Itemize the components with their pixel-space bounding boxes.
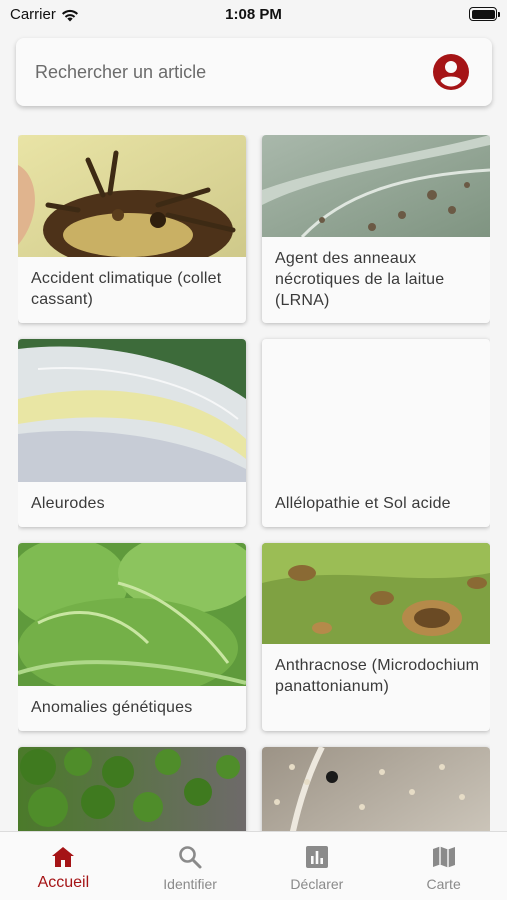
status-bar: Carrier 1:08 PM (0, 0, 507, 30)
article-card[interactable] (18, 747, 246, 831)
tab-carte[interactable]: Carte (380, 832, 507, 900)
tab-declarer[interactable]: Déclarer (254, 832, 381, 900)
green-lettuce-photo (18, 543, 246, 686)
tab-accueil[interactable]: Accueil (0, 832, 127, 900)
bottom-tab-bar: Accueil Identifier Déclarer Carte (0, 831, 507, 900)
search-icon (179, 846, 202, 869)
status-time: 1:08 PM (225, 6, 282, 23)
lettuce-leaf-closeup-photo (18, 339, 246, 482)
article-card[interactable]: Anomalies génétiques (18, 543, 246, 731)
article-title: Accident climatique (collet cassant) (31, 270, 222, 308)
battery-icon (469, 7, 500, 21)
root-crown-photo (18, 135, 246, 257)
article-grid: Accident climatique (collet cassant) Age… (18, 135, 490, 831)
spotted-leaf-photo (262, 135, 490, 237)
chart-icon (305, 846, 328, 868)
article-card[interactable]: Aleurodes (18, 339, 246, 527)
article-card[interactable] (262, 747, 490, 831)
tab-label: Déclarer (290, 876, 344, 892)
anthracnose-leaf-photo (262, 543, 490, 644)
search-input[interactable]: Rechercher un article (35, 62, 432, 83)
tab-label: Carte (426, 876, 461, 892)
tab-label: Accueil (37, 874, 90, 891)
mildew-leaf-photo (262, 747, 490, 831)
article-title: Aleurodes (31, 495, 105, 512)
article-title: Allélopathie et Sol acide (275, 495, 451, 512)
article-card[interactable]: Accident climatique (collet cassant) (18, 135, 246, 323)
lettuce-rows-photo (18, 747, 246, 831)
article-title: Agent des anneaux nécrotiques de la lait… (275, 250, 445, 309)
home-icon (52, 847, 75, 867)
tab-identifier[interactable]: Identifier (127, 832, 254, 900)
tab-label: Identifier (163, 876, 217, 892)
article-title: Anomalies génétiques (31, 699, 193, 716)
article-card[interactable]: Agent des anneaux nécrotiques de la lait… (262, 135, 490, 323)
article-title: Anthracnose (Microdochium panattonianum) (275, 657, 480, 695)
account-circle-icon[interactable] (432, 53, 470, 91)
map-icon (432, 846, 455, 868)
search-bar[interactable]: Rechercher un article (16, 38, 492, 106)
article-card[interactable]: Allélopathie et Sol acide (262, 339, 490, 527)
article-card[interactable]: Anthracnose (Microdochium panattonianum) (262, 543, 490, 731)
